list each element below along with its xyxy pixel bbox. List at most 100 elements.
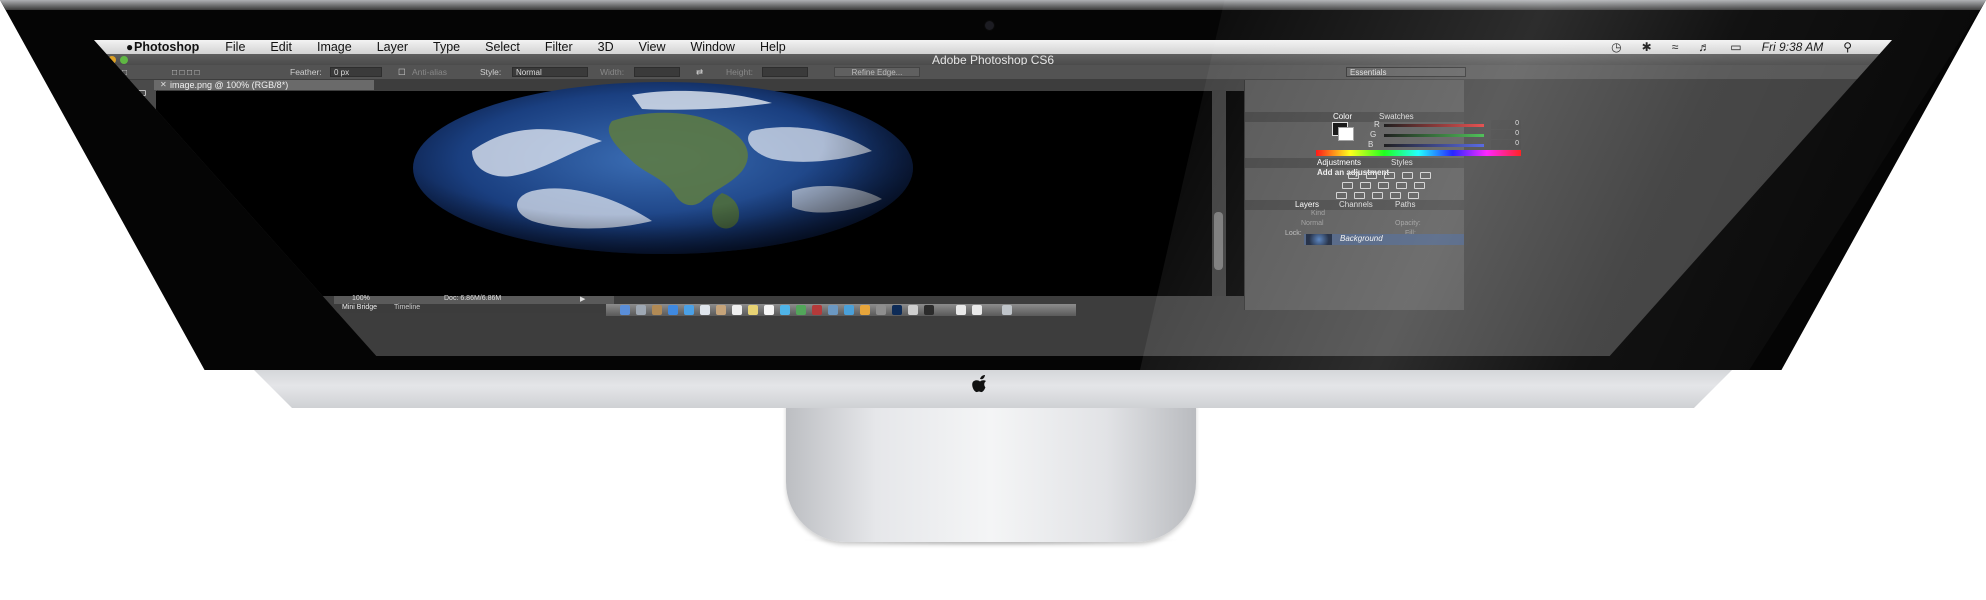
swap-dimensions-icon[interactable]: ⇄ — [696, 67, 703, 78]
menu-view[interactable]: View — [639, 40, 666, 54]
system-preferences-icon[interactable] — [876, 305, 886, 315]
red-channel-slider[interactable] — [1384, 124, 1484, 127]
type-tool-icon[interactable] — [147, 286, 159, 292]
volume-icon[interactable]: ♬ — [1698, 40, 1710, 54]
tab-color[interactable]: Color — [1333, 112, 1352, 121]
battery-icon[interactable]: ▭ — [1730, 40, 1741, 54]
color-balance-icon[interactable] — [1360, 182, 1371, 189]
wifi-icon[interactable]: ≈ — [1672, 40, 1679, 54]
itunes-icon[interactable] — [844, 305, 854, 315]
tab-timeline[interactable]: Timeline — [394, 304, 420, 311]
adjustments-panel-tabs: Adjustments Styles — [1245, 158, 1464, 168]
time-machine-icon[interactable]: ◷ — [1611, 40, 1621, 54]
trash-icon[interactable] — [1002, 305, 1012, 315]
finder-icon[interactable] — [620, 305, 630, 315]
blue-channel-slider[interactable] — [1384, 144, 1484, 147]
background-color-swatch[interactable] — [1338, 127, 1354, 141]
selection-mode-icons[interactable]: □ □ □ □ — [172, 67, 200, 77]
exposure-icon[interactable] — [1402, 172, 1413, 179]
invert-icon[interactable] — [1336, 192, 1347, 199]
documents-stack-icon[interactable] — [972, 305, 982, 315]
workspace-select[interactable]: Essentials — [1346, 67, 1466, 77]
close-document-icon[interactable]: ✕ — [160, 80, 167, 89]
tab-swatches[interactable]: Swatches — [1379, 112, 1414, 121]
launchpad-icon[interactable] — [636, 305, 646, 315]
document-tab[interactable]: ✕ image.png @ 100% (RGB/8*) — [154, 80, 374, 90]
menubar-clock[interactable]: Fri 9:38 AM — [1762, 40, 1824, 54]
levels-icon[interactable] — [1366, 172, 1377, 179]
refine-edge-button[interactable]: Refine Edge... — [834, 67, 920, 77]
notes-icon[interactable] — [748, 305, 758, 315]
threshold-icon[interactable] — [1372, 192, 1383, 199]
tab-paths[interactable]: Paths — [1395, 200, 1415, 209]
menu-3d[interactable]: 3D — [598, 40, 614, 54]
brightness-contrast-icon[interactable] — [1348, 172, 1359, 179]
menu-edit[interactable]: Edit — [270, 40, 292, 54]
tab-adjustments[interactable]: Adjustments — [1317, 158, 1361, 167]
facetime-icon[interactable] — [796, 305, 806, 315]
mac-menubar: ● Photoshop File Edit Image Layer Type S… — [94, 40, 1892, 54]
status-menu-arrow-icon[interactable]: ▶ — [580, 295, 585, 303]
menu-image[interactable]: Image — [317, 40, 352, 54]
spotlight-search-icon[interactable]: ⚲ — [1843, 40, 1852, 54]
messages-icon[interactable] — [780, 305, 790, 315]
photo-booth-icon[interactable] — [812, 305, 822, 315]
mail-icon[interactable] — [700, 305, 710, 315]
antialias-checkbox[interactable]: ☐ — [398, 67, 406, 78]
doc-size-info[interactable]: Doc: 6.86M/6.86M — [444, 295, 501, 302]
red-channel-value[interactable]: 0 — [1491, 120, 1521, 129]
feather-input[interactable]: 0 px — [330, 67, 382, 77]
green-channel-value[interactable]: 0 — [1491, 130, 1521, 139]
posterize-icon[interactable] — [1354, 192, 1365, 199]
earth-image — [413, 82, 913, 254]
canvas-scrollbar-thumb[interactable] — [1214, 212, 1223, 270]
green-channel-slider[interactable] — [1384, 134, 1484, 137]
blend-mode-select[interactable]: Normal — [1301, 220, 1324, 227]
menu-type[interactable]: Type — [433, 40, 460, 54]
mission-control-icon[interactable] — [652, 305, 662, 315]
document-tab-label: image.png @ 100% (RGB/8*) — [170, 80, 289, 90]
terminal-icon[interactable] — [924, 305, 934, 315]
channel-mixer-icon[interactable] — [1414, 182, 1425, 189]
tab-channels[interactable]: Channels — [1339, 200, 1373, 209]
color-spectrum-ramp[interactable] — [1316, 150, 1521, 156]
menu-filter[interactable]: Filter — [545, 40, 573, 54]
iphoto-icon[interactable] — [828, 305, 838, 315]
imac-stand — [786, 402, 1196, 542]
menu-app-name[interactable]: Photoshop — [134, 40, 199, 54]
gradient-map-icon[interactable] — [1390, 192, 1401, 199]
downloads-stack-icon[interactable] — [956, 305, 966, 315]
selective-color-icon[interactable] — [1408, 192, 1419, 199]
calendar-icon[interactable] — [732, 305, 742, 315]
menu-layer[interactable]: Layer — [377, 40, 408, 54]
feather-label: Feather: — [290, 67, 322, 77]
style-label: Style: — [480, 67, 502, 77]
blue-channel-value[interactable]: 0 — [1491, 140, 1521, 149]
menu-help[interactable]: Help — [760, 40, 786, 54]
bluetooth-icon[interactable]: ✱ — [1642, 40, 1652, 54]
preview-icon[interactable] — [908, 305, 918, 315]
menu-window[interactable]: Window — [691, 40, 735, 54]
app-store-icon[interactable] — [668, 305, 678, 315]
tab-layers[interactable]: Layers — [1295, 200, 1319, 209]
black-white-icon[interactable] — [1378, 182, 1389, 189]
curves-icon[interactable] — [1384, 172, 1395, 179]
height-input[interactable] — [762, 67, 808, 77]
reminders-icon[interactable] — [764, 305, 774, 315]
zoom-level[interactable]: 100% — [352, 295, 370, 302]
safari-icon[interactable] — [684, 305, 694, 315]
width-input[interactable] — [634, 67, 680, 77]
menu-file[interactable]: File — [225, 40, 245, 54]
ibooks-icon[interactable] — [860, 305, 870, 315]
blue-channel-label: B — [1368, 140, 1374, 149]
contacts-icon[interactable] — [716, 305, 726, 315]
menu-select[interactable]: Select — [485, 40, 520, 54]
vibrance-icon[interactable] — [1420, 172, 1431, 179]
layer-kind-filter[interactable]: Kind — [1311, 210, 1325, 217]
hue-saturation-icon[interactable] — [1342, 182, 1353, 189]
photo-filter-icon[interactable] — [1396, 182, 1407, 189]
tab-mini-bridge[interactable]: Mini Bridge — [342, 304, 377, 311]
photoshop-icon[interactable] — [892, 305, 902, 315]
tab-styles[interactable]: Styles — [1391, 158, 1413, 167]
style-select[interactable]: Normal — [512, 67, 588, 77]
